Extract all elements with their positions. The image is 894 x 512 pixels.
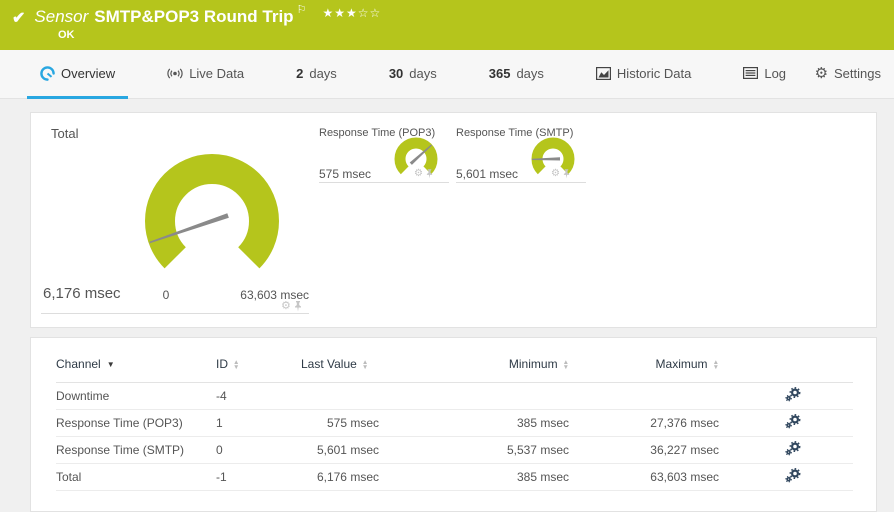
pop3-gauge-block: Response Time (POP3) 575 msec ⚙ bbox=[319, 127, 449, 201]
gauge-settings-gear-icon[interactable]: ⚙ bbox=[551, 169, 560, 179]
tab-label: Log bbox=[764, 65, 787, 81]
column-header-maximum[interactable]: Maximum ▲ ▼ bbox=[569, 346, 719, 383]
log-icon bbox=[743, 67, 759, 79]
gauges-panel: Total 6,176 msec 0 63,603 msec ⚙ Respons… bbox=[30, 112, 877, 328]
channel-table: Channel ▼ ID ▲ ▼ Last Value ▲ ▼ Minimum ▲ ▼ Max… bbox=[56, 346, 853, 491]
total-gauge-value: 6,176 msec bbox=[43, 285, 121, 302]
tab-log[interactable]: Log bbox=[730, 50, 799, 99]
gauge-settings-gear-icon[interactable]: ⚙ bbox=[281, 301, 291, 312]
area-chart-icon bbox=[595, 66, 611, 80]
channel-settings-gears-icon[interactable] bbox=[785, 467, 801, 483]
pin-icon[interactable] bbox=[294, 301, 302, 312]
tab-label: Historic Data bbox=[616, 65, 692, 81]
tab-live-data[interactable]: Live Data bbox=[154, 50, 257, 99]
priority-stars[interactable]: ★★★☆☆ bbox=[322, 6, 381, 20]
broadcast-icon bbox=[167, 67, 183, 79]
channel-name[interactable]: Response Time (SMTP) bbox=[56, 436, 216, 464]
table-row: Total -1 6,176 msec 385 msec 63,603 msec bbox=[56, 463, 853, 491]
tab-365-days[interactable]: 365 days bbox=[476, 50, 557, 99]
tab-label: days bbox=[409, 65, 437, 81]
divider bbox=[319, 182, 449, 183]
channel-name[interactable]: Total bbox=[56, 463, 216, 491]
tab-settings[interactable]: ⚙ Settings bbox=[802, 50, 894, 99]
table-row: Response Time (SMTP) 0 5,601 msec 5,537 … bbox=[56, 436, 853, 464]
tab-historic-data[interactable]: Historic Data bbox=[583, 50, 704, 99]
gauge-settings-gear-icon[interactable]: ⚙ bbox=[414, 169, 423, 179]
tab-bar: Overview Live Data 2 days 30 days 365 da… bbox=[0, 50, 894, 99]
total-gauge-max-label: 63,603 msec bbox=[240, 288, 309, 302]
status-ok-check-icon: ✔ bbox=[12, 10, 26, 27]
total-gauge-title: Total bbox=[51, 126, 79, 141]
table-row: Response Time (POP3) 1 575 msec 385 msec… bbox=[56, 409, 853, 437]
channel-settings-gears-icon[interactable] bbox=[785, 440, 801, 456]
column-header-channel[interactable]: Channel ▼ bbox=[56, 346, 216, 383]
channel-name[interactable]: Response Time (POP3) bbox=[56, 409, 216, 437]
sort-icon: ▲ ▼ bbox=[233, 358, 240, 371]
status-badge: OK bbox=[58, 29, 75, 41]
channel-name[interactable]: Downtime bbox=[56, 382, 216, 410]
channel-settings-gears-icon[interactable] bbox=[785, 386, 801, 402]
gauge-icon bbox=[40, 65, 55, 81]
pin-icon[interactable] bbox=[426, 169, 433, 179]
channel-settings-gears-icon[interactable] bbox=[785, 413, 801, 429]
tab-label: Settings bbox=[834, 65, 881, 81]
smtp-gauge-value: 5,601 msec bbox=[456, 167, 519, 181]
sort-icon: ▲ ▼ bbox=[712, 358, 719, 371]
tab-label: Overview bbox=[61, 65, 116, 81]
sort-desc-icon: ▼ bbox=[106, 360, 115, 370]
pin-icon[interactable] bbox=[563, 169, 570, 179]
column-header-last-value[interactable]: Last Value ▲ ▼ bbox=[301, 346, 379, 383]
pop3-gauge[interactable] bbox=[385, 135, 447, 187]
sensor-kind-label: Sensor bbox=[34, 7, 89, 26]
total-gauge-min-label: 0 bbox=[162, 288, 170, 302]
tab-2-days[interactable]: 2 days bbox=[283, 50, 350, 99]
column-header-minimum[interactable]: Minimum ▲ ▼ bbox=[379, 346, 569, 383]
tab-label: Live Data bbox=[189, 65, 245, 81]
tab-label: days bbox=[516, 65, 544, 81]
sort-icon: ▲ ▼ bbox=[562, 358, 569, 371]
total-gauge[interactable] bbox=[122, 143, 302, 293]
sort-icon: ▲ ▼ bbox=[361, 358, 369, 371]
gear-icon: ⚙ bbox=[814, 64, 829, 82]
sensor-header: ✔ Sensor SMTP&POP3 Round Trip ⚐ ★★★☆☆ OK bbox=[0, 0, 894, 50]
column-header-id[interactable]: ID ▲ ▼ bbox=[216, 346, 301, 383]
tab-30-days[interactable]: 30 days bbox=[376, 50, 450, 99]
table-header-row: Channel ▼ ID ▲ ▼ Last Value ▲ ▼ Minimum ▲ ▼ Max… bbox=[56, 346, 853, 383]
smtp-gauge[interactable] bbox=[522, 135, 584, 187]
channels-panel: Channel ▼ ID ▲ ▼ Last Value ▲ ▼ Minimum ▲ ▼ Max… bbox=[30, 337, 877, 512]
divider bbox=[41, 313, 309, 314]
pop3-gauge-value: 575 msec bbox=[319, 167, 372, 181]
page-title: SMTP&POP3 Round Trip bbox=[94, 7, 294, 26]
smtp-gauge-block: Response Time (SMTP) 5,601 msec ⚙ bbox=[456, 127, 586, 201]
table-row: Downtime -4 bbox=[56, 382, 853, 410]
tab-overview[interactable]: Overview bbox=[27, 50, 129, 99]
tab-label: days bbox=[309, 65, 337, 81]
priority-flag-icon[interactable]: ⚐ bbox=[297, 3, 307, 16]
divider bbox=[456, 182, 586, 183]
